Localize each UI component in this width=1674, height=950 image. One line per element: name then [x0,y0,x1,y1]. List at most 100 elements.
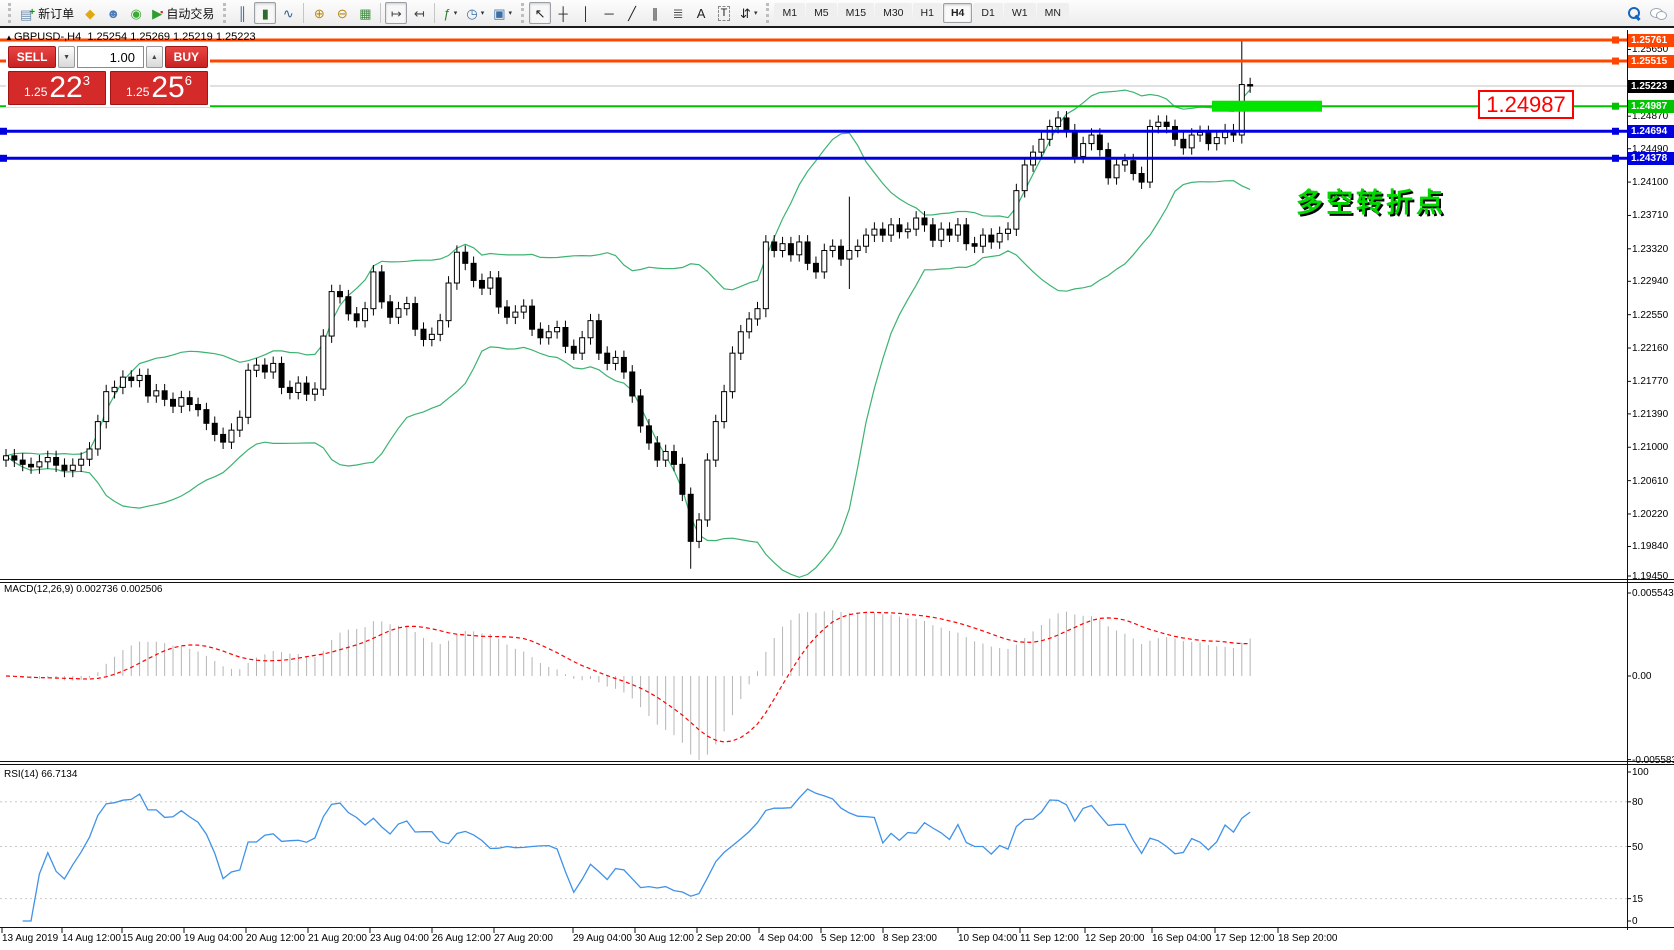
candle-body [196,404,201,409]
line-end-marker[interactable] [1612,37,1619,44]
tf-M1-button[interactable]: M1 [774,3,805,23]
vertical-line-button[interactable]: │ [575,2,597,24]
tf-M15-button[interactable]: M15 [838,3,874,23]
text-label-button[interactable]: T [713,2,735,24]
volume-decrease-button[interactable]: ▼ [58,46,75,68]
candle-body [354,314,359,321]
line-end-marker[interactable] [1612,58,1619,65]
buy-price-pip: 6 [185,74,192,87]
trendline-button[interactable]: ╱ [621,2,643,24]
candle-body [964,225,969,244]
line-chart-icon: ∿ [283,7,294,20]
line-end-marker[interactable] [1612,155,1619,162]
line-end-marker[interactable] [1612,103,1619,110]
candle-body [738,332,743,353]
tf-M5-button[interactable]: M5 [806,3,837,23]
indicators-button[interactable]: ƒ▾ [439,2,461,24]
tf-H1-button[interactable]: H1 [913,3,942,23]
toolbar-separator [434,3,435,23]
buy-price-button[interactable]: 1.25 25 6 [110,71,208,105]
time-label: 18 Sep 20:00 [1278,933,1338,944]
candle-body [271,363,276,372]
buy-button[interactable]: BUY [165,46,208,68]
periods-icon: ◷ [466,7,477,20]
tile-windows-button[interactable]: ▦ [354,2,376,24]
candle-body [688,494,693,541]
time-label: 12 Sep 20:00 [1085,933,1145,944]
candle-body [212,423,217,434]
candle-body [805,242,810,263]
line-end-marker[interactable] [1612,128,1619,135]
candle-body [112,387,117,391]
volume-increase-button[interactable]: ▲ [146,46,163,68]
candle-body [229,430,234,442]
rsi-line [23,789,1250,921]
line-end-marker[interactable] [0,155,7,162]
fibonacci-button[interactable]: ≣ [667,2,689,24]
candle-body [304,383,309,394]
candle-body [1114,165,1119,178]
candle-body [989,235,994,242]
crosshair-icon: ┼ [558,7,567,20]
autotrading-button[interactable]: ▶自动交易 [148,2,218,24]
candle-body [463,252,468,263]
time-label: 10 Sep 04:00 [958,933,1018,944]
chart-annotation-text: 多空转折点 [1296,181,1446,220]
candle-body [1139,174,1144,183]
price-tick: 1.19450 [1632,571,1668,582]
tf-H4-button[interactable]: H4 [943,3,972,23]
crosshair-button[interactable]: ┼ [552,2,574,24]
candle-body [104,392,109,422]
candle-body [137,375,142,380]
candle-body [705,460,710,520]
chart-plot-area[interactable] [0,0,1674,950]
candle-body [847,251,852,260]
chat-button[interactable] [1646,2,1670,24]
chart-shift-button[interactable]: ↤ [408,2,430,24]
candle-body [262,365,267,372]
zoom-out-button[interactable]: ⊖ [331,2,353,24]
tf-M30-button[interactable]: M30 [875,3,911,23]
metaeditor-button[interactable]: ◆ [79,2,101,24]
equidistant-channel-button[interactable]: ∥ [644,2,666,24]
new-order-button[interactable]: ▤新订单 [16,2,78,24]
text-button[interactable]: A [690,2,712,24]
arrows-button[interactable]: ⇵▾ [736,2,761,24]
bollinger-lower-band [6,181,1250,578]
line-chart-button[interactable]: ∿ [277,2,299,24]
chart-title: GBPUSD-,H4 1.25254 1.25269 1.25219 1.252… [14,31,256,43]
sell-button[interactable]: SELL [8,46,56,68]
price-callout-box[interactable]: 1.24987 [1478,90,1574,119]
bar-chart-button[interactable]: ║ [231,2,253,24]
community-button[interactable]: ☻ [102,2,124,24]
auto-scroll-button[interactable]: ↦ [385,2,407,24]
candle-body [1214,138,1219,144]
chart-shift-icon: ↤ [414,7,425,20]
tf-W1-button[interactable]: W1 [1004,3,1036,23]
templates-button[interactable]: ▣▾ [489,2,516,24]
horizontal-line-button[interactable]: ─ [598,2,620,24]
toolbar-grip [8,3,11,23]
candlestick-chart-button[interactable]: ▮ [254,2,276,24]
candle-body [12,456,17,460]
tf-D1-button[interactable]: D1 [973,3,1002,23]
candle-body [187,398,192,405]
time-label: 4 Sep 04:00 [759,933,813,944]
time-axis[interactable]: 13 Aug 201914 Aug 12:0015 Aug 20:0019 Au… [0,932,1627,950]
search-button[interactable] [1623,2,1645,24]
price-scale[interactable]: 1.256501.248701.244901.241001.237101.233… [1628,30,1674,950]
candle-body [4,456,9,460]
sell-price-button[interactable]: 1.25 22 3 [8,71,106,105]
volume-input[interactable] [77,46,144,68]
periods-button[interactable]: ◷▾ [462,2,488,24]
community-icon: ☻ [106,7,120,20]
line-end-marker[interactable] [0,128,7,135]
price-tick: 1.21390 [1632,409,1668,420]
support-zone-rectangle[interactable] [1212,101,1322,112]
cursor-button[interactable]: ↖ [529,2,551,24]
candle-body [997,233,1002,242]
zoom-in-button[interactable]: ⊕ [308,2,330,24]
candle-body [479,280,484,288]
tf-MN-button[interactable]: MN [1037,3,1069,23]
signals-button[interactable]: ◉ [125,2,147,24]
